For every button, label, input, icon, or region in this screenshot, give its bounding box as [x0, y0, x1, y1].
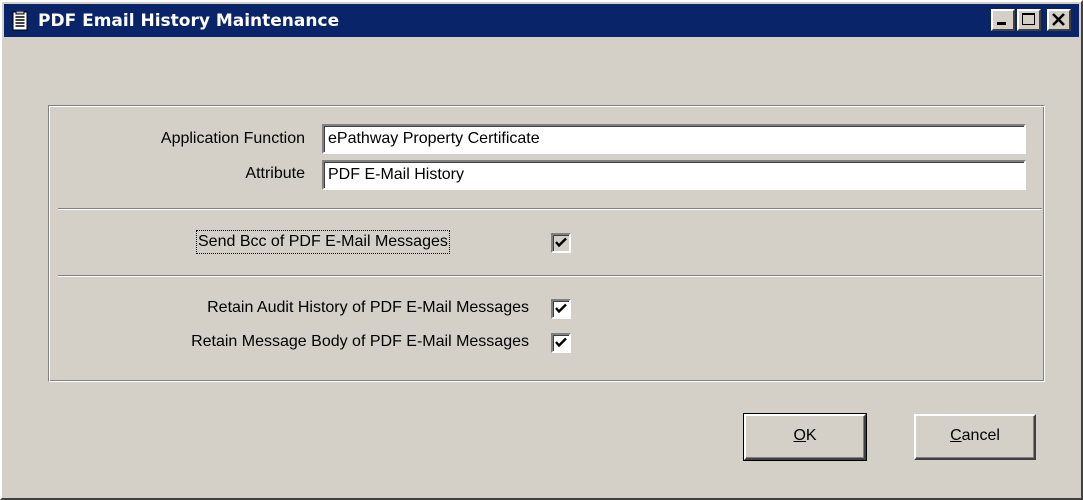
- window-title: PDF Email History Maintenance: [38, 11, 340, 31]
- maximize-button[interactable]: [1017, 9, 1041, 31]
- dialog-window: PDF Email History Maintenance Applicatio…: [0, 0, 1083, 500]
- send-bcc-label[interactable]: Send Bcc of PDF E-Mail Messages: [196, 230, 450, 254]
- retain-body-label: Retain Message Body of PDF E-Mail Messag…: [191, 333, 529, 350]
- attribute-field[interactable]: PDF E-Mail History: [322, 160, 1026, 190]
- ok-mnemonic: O: [793, 427, 806, 444]
- attribute-label: Attribute: [245, 165, 305, 182]
- close-icon: [1052, 13, 1065, 26]
- checkmark-icon: [555, 237, 567, 248]
- retain-body-checkbox[interactable]: [551, 333, 571, 353]
- retain-audit-checkbox[interactable]: [551, 299, 571, 319]
- application-function-label: Application Function: [160, 130, 305, 147]
- ok-button[interactable]: OK: [743, 413, 867, 461]
- ok-label-rest: K: [805, 427, 817, 444]
- cancel-mnemonic: C: [950, 427, 962, 444]
- checkmark-icon: [555, 337, 567, 348]
- minimize-button[interactable]: [991, 9, 1015, 31]
- separator-top: [58, 208, 1042, 210]
- title-bar[interactable]: PDF Email History Maintenance: [4, 4, 1079, 37]
- minimize-icon: [997, 22, 1006, 25]
- cancel-label-rest: ancel: [961, 427, 1000, 444]
- document-icon: [12, 10, 28, 31]
- cancel-button[interactable]: Cancel: [914, 414, 1036, 460]
- close-button[interactable]: [1047, 9, 1071, 31]
- separator-bottom: [58, 275, 1042, 277]
- retain-audit-label: Retain Audit History of PDF E-Mail Messa…: [207, 299, 529, 316]
- checkmark-icon: [555, 303, 567, 314]
- application-function-field[interactable]: ePathway Property Certificate: [322, 124, 1026, 154]
- maximize-icon: [1022, 13, 1035, 25]
- send-bcc-checkbox[interactable]: [551, 233, 571, 253]
